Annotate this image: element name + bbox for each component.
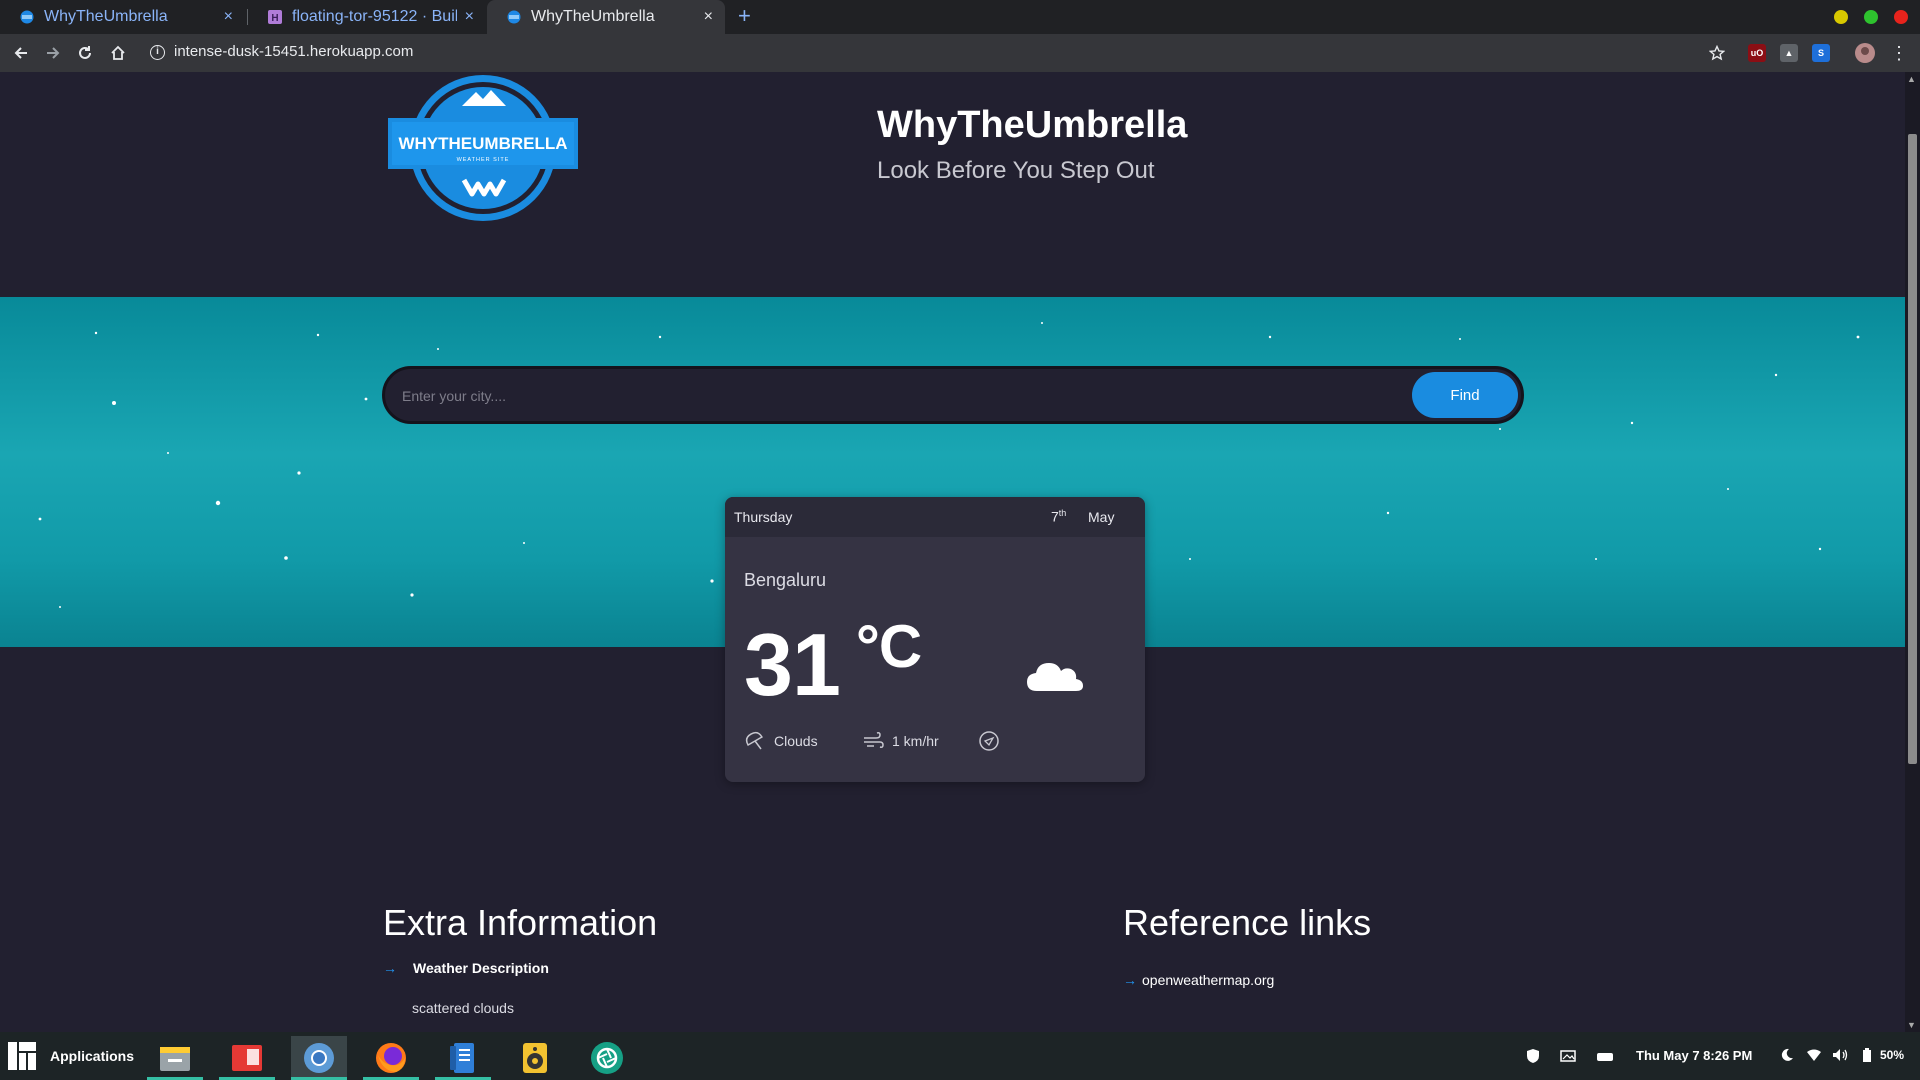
file-manager-icon — [160, 1047, 190, 1071]
weather-description-label: Weather Description — [413, 960, 549, 976]
scroll-down-arrow-icon[interactable]: ▼ — [1907, 1020, 1916, 1030]
document-viewer-icon — [232, 1045, 262, 1071]
firefox-app[interactable] — [363, 1036, 419, 1080]
site-tagline: Look Before You Step Out — [877, 157, 1155, 184]
applications-menu-label[interactable]: Applications — [50, 1048, 134, 1064]
reload-icon[interactable] — [74, 42, 96, 64]
bookmark-star-icon[interactable] — [1706, 42, 1728, 64]
new-tab-button[interactable]: + — [738, 3, 751, 29]
ublock-extension-icon[interactable]: uO — [1748, 44, 1766, 62]
tab-title: WhyTheUmbrella — [531, 8, 655, 25]
openweathermap-link-text[interactable]: openweathermap.org — [1142, 972, 1274, 988]
reference-links-heading: Reference links — [1123, 902, 1372, 943]
umbrella-favicon-icon — [20, 10, 34, 24]
heroku-favicon-icon: H — [268, 10, 282, 24]
aperture-icon — [591, 1042, 623, 1074]
tab-whytheumbrella-active[interactable]: WhyTheUmbrella × — [487, 0, 725, 34]
battery-icon[interactable] — [1862, 1048, 1872, 1065]
screen: WhyTheUmbrella × H floating-tor-95122 · … — [0, 0, 1920, 1080]
extension-badge-icon[interactable]: ▲ — [1780, 44, 1798, 62]
chromium-app[interactable] — [291, 1036, 347, 1080]
profile-avatar[interactable] — [1854, 42, 1876, 64]
system-clock[interactable]: Thu May 7 8:26 PM — [1636, 1048, 1752, 1063]
openweathermap-link[interactable]: → openweathermap.org — [1123, 972, 1274, 988]
city-search-bar: Find — [382, 366, 1524, 424]
drive-tray-icon[interactable] — [1596, 1048, 1614, 1067]
minimize-button[interactable] — [1834, 10, 1848, 24]
whytheumbrella-logo: WHYTHEUMBRELLA WEATHER SITE — [388, 75, 578, 221]
site-title: WhyTheUmbrella — [877, 104, 1188, 146]
shield-tray-icon[interactable] — [1525, 1048, 1541, 1067]
extra-information-heading: Extra Information — [383, 902, 658, 943]
shutter-app[interactable] — [579, 1036, 635, 1080]
weather-day: Thursday — [734, 509, 793, 525]
firefox-icon — [376, 1043, 406, 1073]
tab-heroku-build[interactable]: H floating-tor-95122 · Build × — [248, 0, 486, 34]
site-info-icon[interactable]: i — [150, 45, 165, 60]
weather-city: Bengaluru — [744, 570, 827, 590]
tab-close-icon[interactable]: × — [465, 8, 474, 26]
arrow-right-icon: → — [1123, 972, 1137, 988]
document-viewer-app[interactable] — [219, 1036, 275, 1080]
desktop-taskbar: Applications Thu May 7 8:26 PM 50% — [0, 1032, 1920, 1080]
condition-text: Clouds — [774, 733, 818, 749]
weather-card: Thursday 7th May Bengaluru 31 °C Clouds 1… — [725, 497, 1145, 782]
battery-percentage: 50% — [1880, 1048, 1905, 1062]
web-page: WHYTHEUMBRELLA WEATHER SITE WhyTheUmbrel… — [0, 72, 1905, 1032]
svg-text:H: H — [271, 13, 278, 24]
wind-text: 1 km/hr — [892, 733, 939, 749]
address-bar[interactable]: intense-dusk-15451.herokuapp.com — [174, 43, 413, 60]
wind-detail: 1 km/hr — [862, 730, 939, 752]
volume-icon[interactable] — [1832, 1048, 1848, 1065]
chromium-icon — [304, 1043, 334, 1073]
tab-close-icon[interactable]: × — [224, 8, 233, 26]
screenshot-tray-icon[interactable] — [1560, 1048, 1576, 1067]
forward-arrow-icon[interactable] — [42, 42, 64, 64]
tab-title: floating-tor-95122 · Build — [292, 8, 457, 25]
direction-detail — [978, 730, 1008, 752]
find-button[interactable]: Find — [1412, 372, 1518, 418]
weather-description-value: scattered clouds — [412, 1000, 514, 1016]
umbrella-favicon-icon — [507, 10, 521, 24]
music-player-app[interactable] — [507, 1036, 563, 1080]
weather-description-item: → Weather Description — [383, 960, 549, 976]
scroll-up-arrow-icon[interactable]: ▲ — [1907, 74, 1916, 84]
wifi-icon[interactable] — [1806, 1048, 1822, 1065]
close-window-button[interactable] — [1894, 10, 1908, 24]
browser-toolbar: i intense-dusk-15451.herokuapp.com uO ▲ … — [0, 34, 1920, 72]
tab-whytheumbrella-1[interactable]: WhyTheUmbrella × — [0, 0, 245, 34]
speaker-icon — [523, 1043, 547, 1073]
file-manager-app[interactable] — [147, 1036, 203, 1080]
svg-text:WEATHER SITE: WEATHER SITE — [457, 157, 510, 163]
home-icon[interactable] — [107, 42, 129, 64]
weather-month: May — [1088, 509, 1115, 525]
condition-detail: Clouds — [744, 730, 818, 752]
weather-card-header: Thursday 7th May — [725, 497, 1145, 537]
arrow-right-icon: → — [383, 960, 397, 976]
city-search-input[interactable] — [402, 381, 1382, 411]
text-editor-app[interactable] — [435, 1036, 491, 1080]
s-extension-icon[interactable]: S — [1812, 44, 1830, 62]
text-editor-icon — [450, 1043, 474, 1073]
umbrella-icon — [745, 731, 763, 750]
tab-title: WhyTheUmbrella — [44, 8, 168, 25]
cloud-icon — [1027, 663, 1083, 691]
night-mode-icon[interactable] — [1780, 1048, 1794, 1065]
weather-date: 7th — [1051, 508, 1067, 525]
svg-text:WHYTHEUMBRELLA: WHYTHEUMBRELLA — [398, 134, 567, 153]
back-arrow-icon[interactable] — [10, 42, 32, 64]
maximize-button[interactable] — [1864, 10, 1878, 24]
wind-icon — [864, 732, 884, 748]
tab-close-icon[interactable]: × — [704, 8, 713, 26]
manjaro-menu-icon[interactable] — [6, 1040, 38, 1072]
weather-temperature: 31 °C — [744, 613, 922, 714]
scrollbar-thumb[interactable] — [1908, 134, 1917, 764]
browser-menu-icon[interactable]: ⋮ — [1888, 42, 1910, 64]
compass-icon — [979, 731, 999, 751]
tab-bar: WhyTheUmbrella × H floating-tor-95122 · … — [0, 0, 1920, 34]
